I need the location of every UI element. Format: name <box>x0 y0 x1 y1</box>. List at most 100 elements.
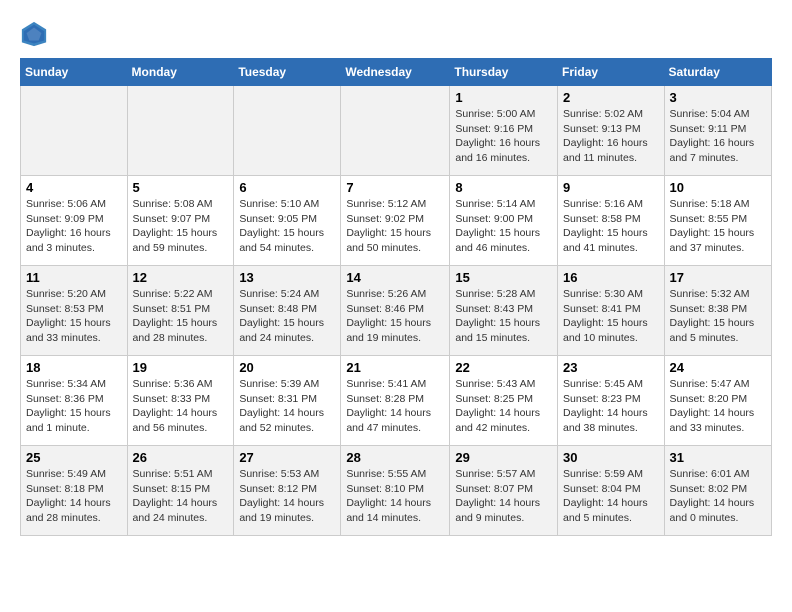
day-info: Sunrise: 5:41 AMSunset: 8:28 PMDaylight:… <box>346 377 444 436</box>
calendar-cell: 23 Sunrise: 5:45 AMSunset: 8:23 PMDayligh… <box>558 356 665 446</box>
week-row-1: 1 Sunrise: 5:00 AMSunset: 9:16 PMDaylight… <box>21 86 772 176</box>
day-number: 30 <box>563 450 659 465</box>
calendar-cell: 18Sunrise: 5:34 AMSunset: 8:36 PMDayligh… <box>21 356 128 446</box>
day-number: 28 <box>346 450 444 465</box>
day-info: Sunrise: 5:47 AMSunset: 8:20 PMDaylight:… <box>670 377 766 436</box>
calendar-cell: 14 Sunrise: 5:26 AMSunset: 8:46 PMDayligh… <box>341 266 450 356</box>
calendar-cell: 31 Sunrise: 6:01 AMSunset: 8:02 PMDayligh… <box>664 446 771 536</box>
day-number: 17 <box>670 270 766 285</box>
day-number: 3 <box>670 90 766 105</box>
calendar-cell: 20 Sunrise: 5:39 AMSunset: 8:31 PMDayligh… <box>234 356 341 446</box>
week-row-5: 25 Sunrise: 5:49 AMSunset: 8:18 PMDayligh… <box>21 446 772 536</box>
day-number: 6 <box>239 180 335 195</box>
day-number: 20 <box>239 360 335 375</box>
calendar-cell: 15 Sunrise: 5:28 AMSunset: 8:43 PMDayligh… <box>450 266 558 356</box>
calendar-cell: 12Sunrise: 5:22 AMSunset: 8:51 PMDayligh… <box>127 266 234 356</box>
day-number: 24 <box>670 360 766 375</box>
day-number: 1 <box>455 90 552 105</box>
day-number: 21 <box>346 360 444 375</box>
day-number: 26 <box>133 450 229 465</box>
calendar-cell: 5 Sunrise: 5:08 AMSunset: 9:07 PMDaylight… <box>127 176 234 266</box>
page-header <box>20 20 772 48</box>
day-number: 12 <box>133 270 229 285</box>
calendar-cell: 1 Sunrise: 5:00 AMSunset: 9:16 PMDaylight… <box>450 86 558 176</box>
day-number: 25 <box>26 450 122 465</box>
day-number: 7 <box>346 180 444 195</box>
weekday-header-tuesday: Tuesday <box>234 59 341 86</box>
day-info: Sunrise: 5:12 AMSunset: 9:02 PMDaylight:… <box>346 197 444 256</box>
day-number: 16 <box>563 270 659 285</box>
logo <box>20 20 52 48</box>
day-info: Sunrise: 5:20 AMSunset: 8:53 PMDaylight:… <box>26 287 122 346</box>
calendar-table: SundayMondayTuesdayWednesdayThursdayFrid… <box>20 58 772 536</box>
weekday-header-monday: Monday <box>127 59 234 86</box>
day-info: Sunrise: 5:59 AMSunset: 8:04 PMDaylight:… <box>563 467 659 526</box>
day-number: 5 <box>133 180 229 195</box>
calendar-cell: 24 Sunrise: 5:47 AMSunset: 8:20 PMDayligh… <box>664 356 771 446</box>
calendar-cell: 13 Sunrise: 5:24 AMSunset: 8:48 PMDayligh… <box>234 266 341 356</box>
day-info: Sunrise: 5:06 AMSunset: 9:09 PMDaylight:… <box>26 197 122 256</box>
day-info: Sunrise: 5:10 AMSunset: 9:05 PMDaylight:… <box>239 197 335 256</box>
day-info: Sunrise: 5:04 AMSunset: 9:11 PMDaylight:… <box>670 107 766 166</box>
calendar-cell: 11 Sunrise: 5:20 AMSunset: 8:53 PMDayligh… <box>21 266 128 356</box>
day-info: Sunrise: 5:36 AMSunset: 8:33 PMDaylight:… <box>133 377 229 436</box>
day-info: Sunrise: 5:53 AMSunset: 8:12 PMDaylight:… <box>239 467 335 526</box>
day-info: Sunrise: 5:39 AMSunset: 8:31 PMDaylight:… <box>239 377 335 436</box>
calendar-cell: 29Sunrise: 5:57 AMSunset: 8:07 PMDayligh… <box>450 446 558 536</box>
calendar-cell: 2 Sunrise: 5:02 AMSunset: 9:13 PMDaylight… <box>558 86 665 176</box>
calendar-cell <box>21 86 128 176</box>
day-number: 2 <box>563 90 659 105</box>
calendar-cell <box>341 86 450 176</box>
calendar-cell: 19 Sunrise: 5:36 AMSunset: 8:33 PMDayligh… <box>127 356 234 446</box>
calendar-cell: 30 Sunrise: 5:59 AMSunset: 8:04 PMDayligh… <box>558 446 665 536</box>
day-info: Sunrise: 5:28 AMSunset: 8:43 PMDaylight:… <box>455 287 552 346</box>
day-number: 31 <box>670 450 766 465</box>
day-info: Sunrise: 5:16 AMSunset: 8:58 PMDaylight:… <box>563 197 659 256</box>
calendar-cell: 26Sunrise: 5:51 AMSunset: 8:15 PMDayligh… <box>127 446 234 536</box>
day-number: 11 <box>26 270 122 285</box>
day-number: 22 <box>455 360 552 375</box>
day-info: Sunrise: 5:49 AMSunset: 8:18 PMDaylight:… <box>26 467 122 526</box>
calendar-cell: 10 Sunrise: 5:18 AMSunset: 8:55 PMDayligh… <box>664 176 771 266</box>
day-info: Sunrise: 5:45 AMSunset: 8:23 PMDaylight:… <box>563 377 659 436</box>
week-row-2: 4 Sunrise: 5:06 AMSunset: 9:09 PMDaylight… <box>21 176 772 266</box>
logo-icon <box>20 20 48 48</box>
calendar-cell: 9Sunrise: 5:16 AMSunset: 8:58 PMDaylight… <box>558 176 665 266</box>
day-info: Sunrise: 6:01 AMSunset: 8:02 PMDaylight:… <box>670 467 766 526</box>
calendar-cell: 6 Sunrise: 5:10 AMSunset: 9:05 PMDaylight… <box>234 176 341 266</box>
day-number: 19 <box>133 360 229 375</box>
weekday-header-friday: Friday <box>558 59 665 86</box>
day-number: 15 <box>455 270 552 285</box>
calendar-cell: 4 Sunrise: 5:06 AMSunset: 9:09 PMDaylight… <box>21 176 128 266</box>
weekday-header-thursday: Thursday <box>450 59 558 86</box>
day-info: Sunrise: 5:18 AMSunset: 8:55 PMDaylight:… <box>670 197 766 256</box>
day-number: 14 <box>346 270 444 285</box>
calendar-cell: 8 Sunrise: 5:14 AMSunset: 9:00 PMDaylight… <box>450 176 558 266</box>
day-info: Sunrise: 5:00 AMSunset: 9:16 PMDaylight:… <box>455 107 552 166</box>
day-number: 27 <box>239 450 335 465</box>
weekday-header-saturday: Saturday <box>664 59 771 86</box>
calendar-cell: 7 Sunrise: 5:12 AMSunset: 9:02 PMDaylight… <box>341 176 450 266</box>
day-info: Sunrise: 5:55 AMSunset: 8:10 PMDaylight:… <box>346 467 444 526</box>
day-info: Sunrise: 5:43 AMSunset: 8:25 PMDaylight:… <box>455 377 552 436</box>
calendar-cell: 28 Sunrise: 5:55 AMSunset: 8:10 PMDayligh… <box>341 446 450 536</box>
day-info: Sunrise: 5:26 AMSunset: 8:46 PMDaylight:… <box>346 287 444 346</box>
calendar-cell <box>234 86 341 176</box>
day-info: Sunrise: 5:24 AMSunset: 8:48 PMDaylight:… <box>239 287 335 346</box>
weekday-header-sunday: Sunday <box>21 59 128 86</box>
day-number: 10 <box>670 180 766 195</box>
calendar-cell: 16 Sunrise: 5:30 AMSunset: 8:41 PMDayligh… <box>558 266 665 356</box>
day-info: Sunrise: 5:14 AMSunset: 9:00 PMDaylight:… <box>455 197 552 256</box>
day-info: Sunrise: 5:30 AMSunset: 8:41 PMDaylight:… <box>563 287 659 346</box>
weekday-header-row: SundayMondayTuesdayWednesdayThursdayFrid… <box>21 59 772 86</box>
day-number: 13 <box>239 270 335 285</box>
calendar-cell: 21 Sunrise: 5:41 AMSunset: 8:28 PMDayligh… <box>341 356 450 446</box>
calendar-cell: 17Sunrise: 5:32 AMSunset: 8:38 PMDayligh… <box>664 266 771 356</box>
day-info: Sunrise: 5:57 AMSunset: 8:07 PMDaylight:… <box>455 467 552 526</box>
day-number: 8 <box>455 180 552 195</box>
day-number: 23 <box>563 360 659 375</box>
calendar-cell: 22 Sunrise: 5:43 AMSunset: 8:25 PMDayligh… <box>450 356 558 446</box>
day-info: Sunrise: 5:08 AMSunset: 9:07 PMDaylight:… <box>133 197 229 256</box>
day-number: 4 <box>26 180 122 195</box>
day-info: Sunrise: 5:02 AMSunset: 9:13 PMDaylight:… <box>563 107 659 166</box>
